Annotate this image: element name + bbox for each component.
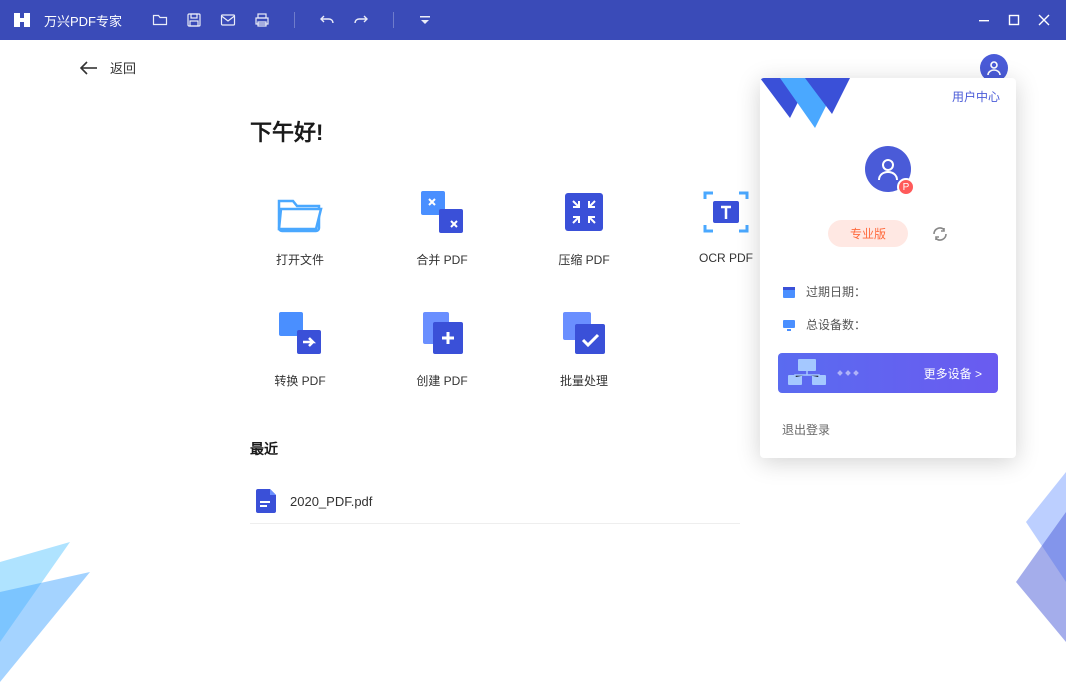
panel-header: 用户中心 — [760, 78, 1016, 128]
action-compress-pdf[interactable]: 压缩 PDF — [534, 187, 634, 268]
user-panel: 用户中心 P 专业版 过期日期： — [760, 78, 1016, 458]
back-button[interactable]: 返回 — [0, 40, 1066, 77]
ocr-icon — [701, 187, 751, 237]
menu-dropdown-icon[interactable] — [418, 13, 432, 27]
action-label: 合并 PDF — [416, 251, 467, 268]
content-area: 返回 下午好! 打开文件 合并 PDF 压缩 PDF — [0, 40, 1066, 682]
pro-version-badge: 专业版 — [828, 220, 908, 247]
action-create-pdf[interactable]: 创建 PDF — [392, 308, 492, 389]
toolbar-separator — [393, 12, 394, 28]
batch-icon — [559, 308, 609, 358]
monitor-icon — [782, 318, 796, 332]
redo-icon[interactable] — [353, 12, 369, 28]
pdf-file-icon — [256, 489, 276, 513]
app-title: 万兴PDF专家 — [44, 11, 122, 30]
toolbar-icons — [152, 12, 432, 28]
action-label: OCR PDF — [699, 251, 753, 265]
convert-icon — [275, 308, 325, 358]
merge-icon — [417, 187, 467, 237]
more-devices-label: 更多设备 > — [924, 365, 982, 382]
app-window: 万兴PDF专家 返回 下午好! — [0, 0, 1066, 682]
mail-icon[interactable] — [220, 12, 236, 28]
decoration-bottom-right-icon — [1016, 472, 1066, 642]
toolbar-separator — [294, 12, 295, 28]
info-rows: 过期日期： 总设备数： — [760, 247, 1016, 333]
minimize-icon[interactable] — [978, 14, 990, 26]
recent-file-name: 2020_PDF.pdf — [290, 494, 372, 509]
expiry-row: 过期日期： — [782, 283, 994, 300]
action-label: 转换 PDF — [274, 372, 325, 389]
more-devices-button[interactable]: 更多设备 > — [778, 353, 998, 393]
action-batch-process[interactable]: 批量处理 — [534, 308, 634, 389]
folder-icon[interactable] — [152, 12, 168, 28]
maximize-icon[interactable] — [1008, 14, 1020, 26]
folder-open-icon — [275, 187, 325, 237]
action-label: 打开文件 — [276, 251, 324, 268]
user-avatar-icon[interactable]: P — [865, 146, 911, 192]
decoration-bottom-left-icon — [0, 542, 100, 682]
arrow-left-icon — [80, 61, 98, 75]
print-icon[interactable] — [254, 12, 270, 28]
close-icon[interactable] — [1038, 14, 1050, 26]
window-controls — [978, 14, 1056, 26]
undo-icon[interactable] — [319, 12, 335, 28]
compress-icon — [559, 187, 609, 237]
logout-button[interactable]: 退出登录 — [782, 421, 1016, 438]
refresh-icon[interactable] — [932, 226, 948, 242]
recent-list: 2020_PDF.pdf — [250, 479, 740, 524]
create-icon — [417, 308, 467, 358]
action-label: 批量处理 — [560, 372, 608, 389]
user-center-link[interactable]: 用户中心 — [952, 90, 1000, 104]
titlebar: 万兴PDF专家 — [0, 0, 1066, 40]
action-merge-pdf[interactable]: 合并 PDF — [392, 187, 492, 268]
save-icon[interactable] — [186, 12, 202, 28]
back-label: 返回 — [110, 58, 136, 77]
calendar-icon — [782, 285, 796, 299]
action-label: 创建 PDF — [416, 372, 467, 389]
recent-file-item[interactable]: 2020_PDF.pdf — [250, 479, 740, 524]
action-open-file[interactable]: 打开文件 — [250, 187, 350, 268]
devices-row: 总设备数： — [782, 316, 994, 333]
app-logo-icon — [10, 8, 34, 32]
dots-icon — [838, 371, 858, 375]
devices-label: 总设备数： — [806, 316, 866, 333]
devices-network-icon — [786, 357, 828, 389]
pro-badge-icon: P — [897, 178, 915, 196]
badge-row: 专业版 — [760, 220, 1016, 247]
decoration-icon — [760, 78, 850, 134]
avatar-container: P — [760, 146, 1016, 192]
action-convert-pdf[interactable]: 转换 PDF — [250, 308, 350, 389]
expiry-label: 过期日期： — [806, 283, 866, 300]
action-label: 压缩 PDF — [558, 251, 609, 268]
